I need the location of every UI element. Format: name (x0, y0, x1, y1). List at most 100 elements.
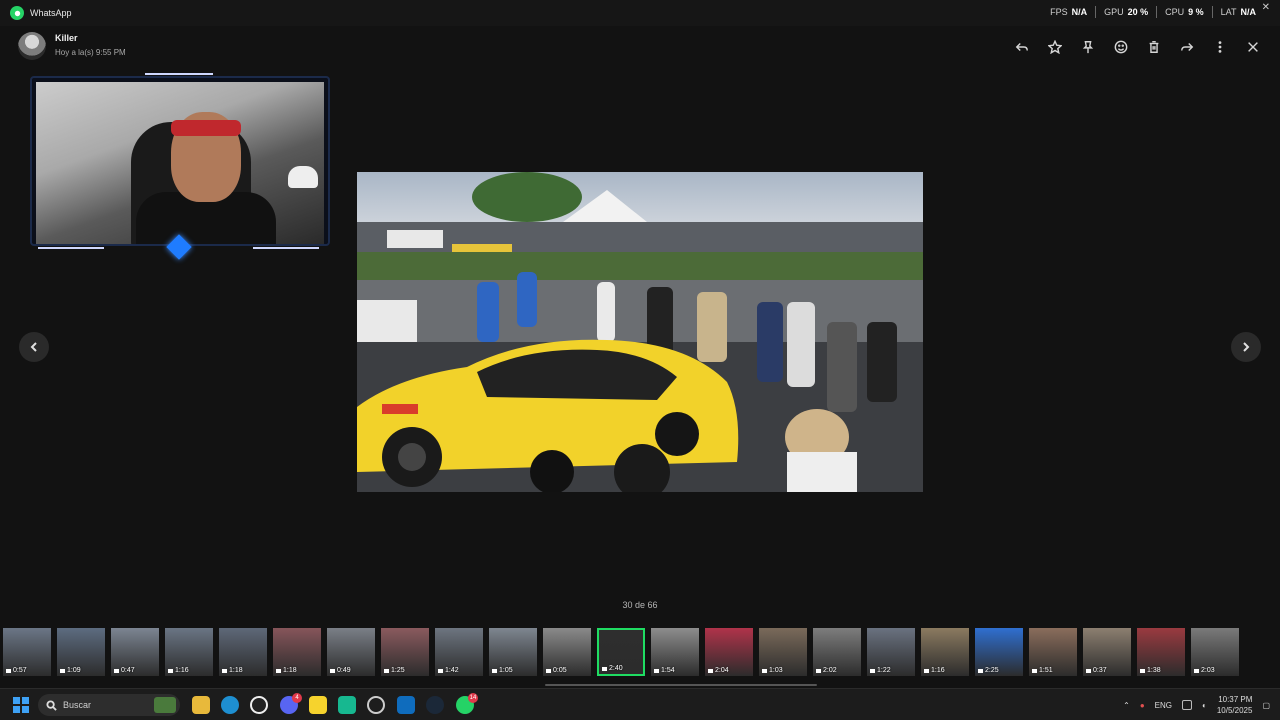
whatsapp-logo-icon (10, 6, 24, 20)
viewer-actions (1013, 38, 1262, 56)
thumbnail-21[interactable]: 0:37 (1083, 628, 1131, 676)
thumbnail-duration: 1:09 (60, 667, 81, 674)
system-tray: ⌃ ● ENG ◐ 10:37 PM 10/5/2025 ▢ (1123, 689, 1270, 720)
windows-start-icon[interactable] (13, 697, 29, 713)
thumbnail-duration: 1:54 (654, 667, 675, 674)
thumbnail-14[interactable]: 2:04 (705, 628, 753, 676)
thumbnail-duration: 2:02 (816, 667, 837, 674)
thumbnail-3[interactable]: 0:47 (111, 628, 159, 676)
app-green-icon[interactable] (338, 696, 356, 714)
thumbnail-16[interactable]: 2:02 (813, 628, 861, 676)
thumbnail-duration: 2:40 (602, 665, 623, 672)
thumbnail-19[interactable]: 2:25 (975, 628, 1023, 676)
search-placeholder: Buscar (63, 700, 92, 710)
thumbnail-duration: 1:25 (384, 667, 405, 674)
thumbnail-2[interactable]: 1:09 (57, 628, 105, 676)
thumbnail-23[interactable]: 2:03 (1191, 628, 1239, 676)
thumbnail-duration: 1:51 (1032, 667, 1053, 674)
thumbnail-duration: 2:03 (1194, 667, 1215, 674)
whatsapp-taskbar-icon[interactable]: 14 (456, 693, 478, 714)
discord-icon[interactable]: 4 (280, 693, 302, 714)
notification-icon[interactable]: ▢ (1262, 701, 1270, 710)
thumbnail-duration: 1:16 (168, 667, 189, 674)
window-close-icon[interactable]: ✕ (1262, 2, 1270, 13)
perf-fps: FPS N/A (1050, 7, 1088, 17)
thumbnail-duration: 0:47 (114, 667, 135, 674)
thumbnail-duration: 2:04 (708, 667, 729, 674)
language-indicator[interactable]: ENG (1155, 701, 1172, 710)
thumbnail-12[interactable]: 2:40 (597, 628, 645, 676)
thumbnail-duration: 2:25 (978, 667, 999, 674)
emoji-icon[interactable] (1112, 38, 1130, 56)
file-explorer-icon[interactable] (192, 696, 210, 714)
steam-icon[interactable] (426, 696, 444, 714)
next-media-button[interactable] (1231, 332, 1261, 362)
chevron-right-icon (1243, 342, 1250, 352)
app-icon[interactable] (250, 696, 268, 714)
thumbnail-1[interactable]: 0:57 (3, 628, 51, 676)
thumbnail-duration: 1:03 (762, 667, 783, 674)
delete-icon[interactable] (1145, 38, 1163, 56)
thumbnail-strip: 0:57 1:09 0:47 1:16 1:18 1:18 0:49 1:25 1:42 1:05… (0, 628, 1280, 678)
microphone-icon[interactable]: ● (1140, 701, 1145, 710)
thumbnail-10[interactable]: 1:05 (489, 628, 537, 676)
reply-icon[interactable] (1013, 38, 1031, 56)
thumbnail-duration: 1:38 (1140, 667, 1161, 674)
thumbnail-duration: 1:22 (870, 667, 891, 674)
webcam-overlay (30, 76, 330, 246)
media-viewer-header: Killer Hoy a la(s) 9:55 PM (0, 28, 1280, 68)
media-image[interactable] (357, 172, 923, 492)
app-title: WhatsApp (30, 8, 72, 18)
chevron-left-icon (30, 342, 37, 352)
thumbnail-duration: 0:05 (546, 667, 567, 674)
sender-name: Killer (55, 33, 78, 43)
thumbnail-7[interactable]: 0:49 (327, 628, 375, 676)
outlook-icon[interactable] (397, 696, 415, 714)
thumbnail-duration: 0:49 (330, 667, 351, 674)
chrome-icon[interactable] (367, 696, 385, 714)
forward-icon[interactable] (1178, 38, 1196, 56)
thumbnail-duration: 1:05 (492, 667, 513, 674)
webcam-feed (36, 82, 324, 244)
thumbnail-17[interactable]: 1:22 (867, 628, 915, 676)
chevron-up-icon[interactable]: ⌃ (1123, 701, 1130, 710)
taskbar-search[interactable]: Buscar (38, 694, 180, 716)
thumbnail-20[interactable]: 1:51 (1029, 628, 1077, 676)
perf-lat: LAT N/A (1220, 7, 1256, 17)
star-icon[interactable] (1046, 38, 1064, 56)
title-bar: WhatsApp FPS N/A GPU 20 % CPU 9 % LAT N/A ✕ (0, 0, 1280, 26)
pin-icon[interactable] (1079, 38, 1097, 56)
perf-gpu: GPU 20 % (1104, 7, 1149, 17)
thumbnail-11[interactable]: 0:05 (543, 628, 591, 676)
thumbnail-scrollbar[interactable] (545, 684, 817, 686)
message-timestamp: Hoy a la(s) 9:55 PM (55, 48, 126, 57)
thumbnail-6[interactable]: 1:18 (273, 628, 321, 676)
thumbnail-4[interactable]: 1:16 (165, 628, 213, 676)
search-highlight-icon (154, 697, 176, 713)
thumbnail-duration: 1:16 (924, 667, 945, 674)
thumbnail-duration: 0:37 (1086, 667, 1107, 674)
perf-cpu: CPU 9 % (1165, 7, 1204, 17)
media-counter: 30 de 66 (622, 600, 658, 610)
edge-icon[interactable] (221, 696, 239, 714)
thumbnail-15[interactable]: 1:03 (759, 628, 807, 676)
clock[interactable]: 10:37 PM 10/5/2025 (1217, 694, 1253, 716)
thumbnail-22[interactable]: 1:38 (1137, 628, 1185, 676)
thumbnail-9[interactable]: 1:42 (435, 628, 483, 676)
thumbnail-13[interactable]: 1:54 (651, 628, 699, 676)
thumbnail-18[interactable]: 1:16 (921, 628, 969, 676)
network-icon[interactable] (1182, 700, 1192, 710)
avatar[interactable] (18, 32, 46, 60)
close-icon[interactable] (1244, 38, 1262, 56)
thumbnail-duration: 1:18 (222, 667, 243, 674)
sticky-notes-icon[interactable] (309, 696, 327, 714)
volume-icon[interactable]: ◐ (1202, 701, 1207, 710)
performance-overlay: FPS N/A GPU 20 % CPU 9 % LAT N/A (1050, 6, 1256, 18)
thumbnail-8[interactable]: 1:25 (381, 628, 429, 676)
previous-media-button[interactable] (19, 332, 49, 362)
thumbnail-duration: 0:57 (6, 667, 27, 674)
more-icon[interactable] (1211, 38, 1229, 56)
thumbnail-duration: 1:18 (276, 667, 297, 674)
thumbnail-5[interactable]: 1:18 (219, 628, 267, 676)
thumbnail-duration: 1:42 (438, 667, 459, 674)
